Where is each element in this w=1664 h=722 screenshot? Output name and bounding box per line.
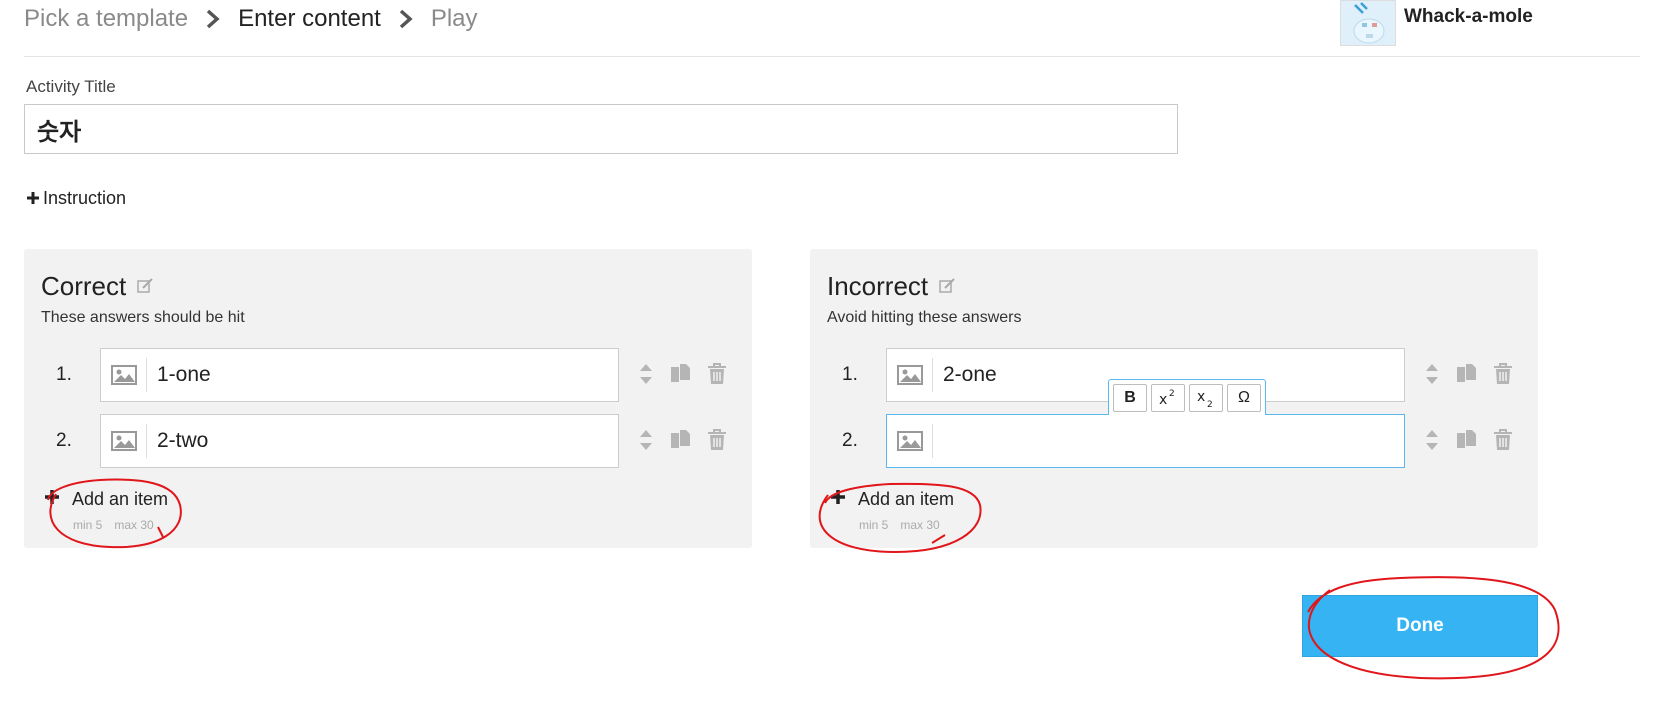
activity-title-label: Activity Title [26,77,116,96]
svg-text:2: 2 [1207,400,1213,409]
format-toolbar: B x2 x2 Ω [1108,379,1266,415]
list-item: 1. 1-one [24,348,752,402]
header-divider [24,56,1640,57]
list-item: 2. 2-two [24,414,752,468]
breadcrumb: Pick a template Enter content Play [24,2,478,36]
instruction-label: Instruction [43,188,127,208]
item-text-field[interactable]: 1-one [100,348,619,402]
item-tools [638,362,742,386]
item-tools [1424,428,1528,452]
list-item: 2. [810,414,1538,468]
duplicate-icon[interactable] [1454,428,1478,452]
edit-icon[interactable] [136,271,154,302]
image-icon[interactable] [887,424,933,458]
item-text-field[interactable] [886,414,1405,468]
delete-icon[interactable] [706,362,728,386]
template-switcher[interactable]: Whack-a-mole [1340,0,1533,46]
item-number: 1. [842,364,858,385]
add-item-button[interactable]: Add an item [44,489,168,510]
chevron-right-icon [196,6,230,32]
image-icon[interactable] [101,358,147,392]
image-icon[interactable] [887,358,933,392]
item-number: 2. [842,430,858,451]
template-name: Whack-a-mole [1404,6,1533,27]
bold-button[interactable]: B [1113,384,1147,412]
subscript-icon: x2 [1197,389,1213,409]
item-text: 2-one [943,363,997,386]
superscript-icon: x2 [1159,389,1175,408]
svg-text:x: x [1159,392,1167,408]
item-limits: min 5 max 30 [859,518,952,532]
edit-icon[interactable] [938,271,956,302]
special-characters-button[interactable]: Ω [1227,384,1261,412]
max-items: max 30 [900,518,940,532]
correct-subtitle: These answers should be hit [41,309,245,326]
max-items: max 30 [114,518,154,532]
template-thumbnail [1340,0,1396,46]
incorrect-subtitle: Avoid hitting these answers [827,309,1022,326]
item-text-field[interactable]: 2-two [100,414,619,468]
item-number: 1. [56,364,72,385]
correct-panel: Correct These answers should be hit 1. 1… [24,249,752,548]
duplicate-icon[interactable] [668,362,692,386]
incorrect-title-text: Incorrect [827,271,929,301]
subscript-button[interactable]: x2 [1189,384,1223,412]
breadcrumb-pick-template[interactable]: Pick a template [24,5,188,33]
image-icon[interactable] [101,424,147,458]
correct-title-text: Correct [41,271,127,301]
done-button[interactable]: Done [1302,595,1538,657]
duplicate-icon[interactable] [1454,362,1478,386]
delete-icon[interactable] [1492,428,1514,452]
breadcrumb-play[interactable]: Play [431,5,478,33]
delete-icon[interactable] [706,428,728,452]
add-item-button[interactable]: Add an item [830,489,954,510]
correct-title: Correct [41,271,154,302]
add-item-label: Add an item [72,489,169,509]
add-instruction-button[interactable]: Instruction [26,188,126,209]
item-text: 2-two [157,429,209,452]
breadcrumb-enter-content: Enter content [238,5,381,32]
reorder-icon[interactable] [1424,362,1440,386]
delete-icon[interactable] [1492,362,1514,386]
plus-icon [44,489,60,510]
duplicate-icon[interactable] [668,428,692,452]
item-tools [1424,362,1528,386]
plus-icon [26,190,40,208]
activity-title-input[interactable] [24,104,1178,154]
reorder-icon[interactable] [1424,428,1440,452]
svg-text:2: 2 [1169,389,1175,399]
item-limits: min 5 max 30 [73,518,166,532]
min-items: min 5 [859,518,889,532]
incorrect-title: Incorrect [827,271,956,302]
chevron-right-icon [389,6,423,32]
item-text: 1-one [157,363,211,386]
item-number: 2. [56,430,72,451]
superscript-button[interactable]: x2 [1151,384,1185,412]
item-tools [638,428,742,452]
svg-text:x: x [1197,389,1205,405]
reorder-icon[interactable] [638,362,654,386]
min-items: min 5 [73,518,103,532]
add-item-label: Add an item [858,489,955,509]
reorder-icon[interactable] [638,428,654,452]
plus-icon [830,489,846,510]
